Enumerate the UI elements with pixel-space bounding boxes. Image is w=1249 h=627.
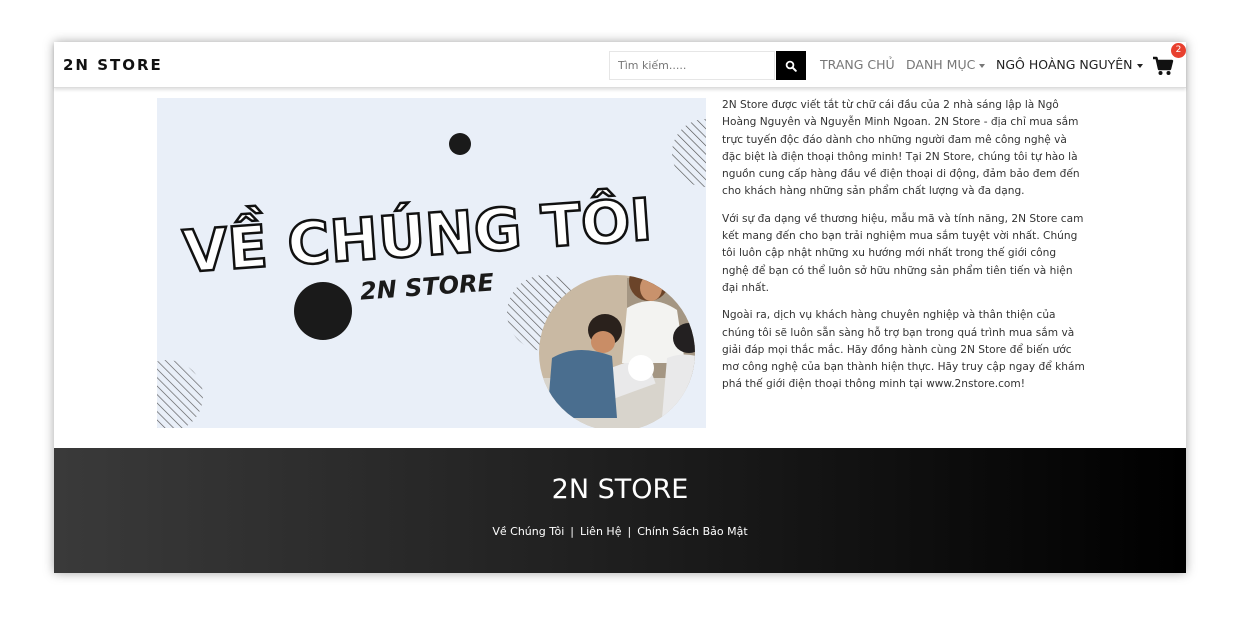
footer-separator: | [627,525,632,538]
about-paragraph: Ngoài ra, dịch vụ khách hàng chuyên nghi… [722,309,1085,391]
nav-home-link[interactable]: TRANG CHỦ [820,57,895,72]
about-section: VỀ CHÚNG TÔI 2N STORE 2N Store được viết… [54,89,1186,448]
footer-links: Về Chúng Tôi | Liên Hệ | Chính Sách Bảo Mật [54,525,1186,538]
about-paragraph: Với sự đa dạng về thương hiệu, mẫu mã và… [722,212,1084,294]
footer-link-about[interactable]: Về Chúng Tôi [492,525,564,538]
footer-separator: | [570,525,574,538]
about-text: 2N Store được viết tắt từ chữ cái đầu củ… [722,97,1086,404]
shopping-cart-icon [1153,56,1174,75]
nav-category-dropdown[interactable]: DANH MỤC [906,57,986,72]
browser-page: 2N STORE TRANG CHỦ DANH MỤC NGÔ HOÀNG NG… [54,42,1186,573]
about-banner-image: VỀ CHÚNG TÔI 2N STORE [157,98,706,428]
caret-down-icon [1136,63,1143,68]
dot-decoration [294,282,352,340]
footer-link-contact[interactable]: Liên Hệ [580,525,621,538]
banner-graphic: VỀ CHÚNG TÔI 2N STORE [157,98,706,428]
caret-down-icon [979,63,986,68]
search-icon [785,60,797,72]
nav-category-label: DANH MỤC [906,57,976,72]
about-paragraph: 2N Store được viết tắt từ chữ cái đầu củ… [722,99,1080,198]
dot-decoration [449,133,471,155]
cart-count-badge: 2 [1171,43,1186,58]
cart-button[interactable] [1152,55,1174,77]
brand-logo[interactable]: 2N STORE [63,56,163,74]
nav-user-label: NGÔ HOÀNG NGUYÊN [996,57,1133,72]
nav-user-dropdown[interactable]: NGÔ HOÀNG NGUYÊN [996,57,1143,72]
footer-title: 2N STORE [551,474,689,505]
search-button[interactable] [776,51,806,80]
search-input[interactable] [609,51,775,80]
footer-link-privacy[interactable]: Chính Sách Bảo Mật [637,525,747,538]
nav-home-label: TRANG CHỦ [820,57,895,72]
footer: 2N STORE Về Chúng Tôi | Liên Hệ | Chính Sách… [54,448,1186,573]
navbar: 2N STORE TRANG CHỦ DANH MỤC NGÔ HOÀNG NG… [54,42,1186,88]
